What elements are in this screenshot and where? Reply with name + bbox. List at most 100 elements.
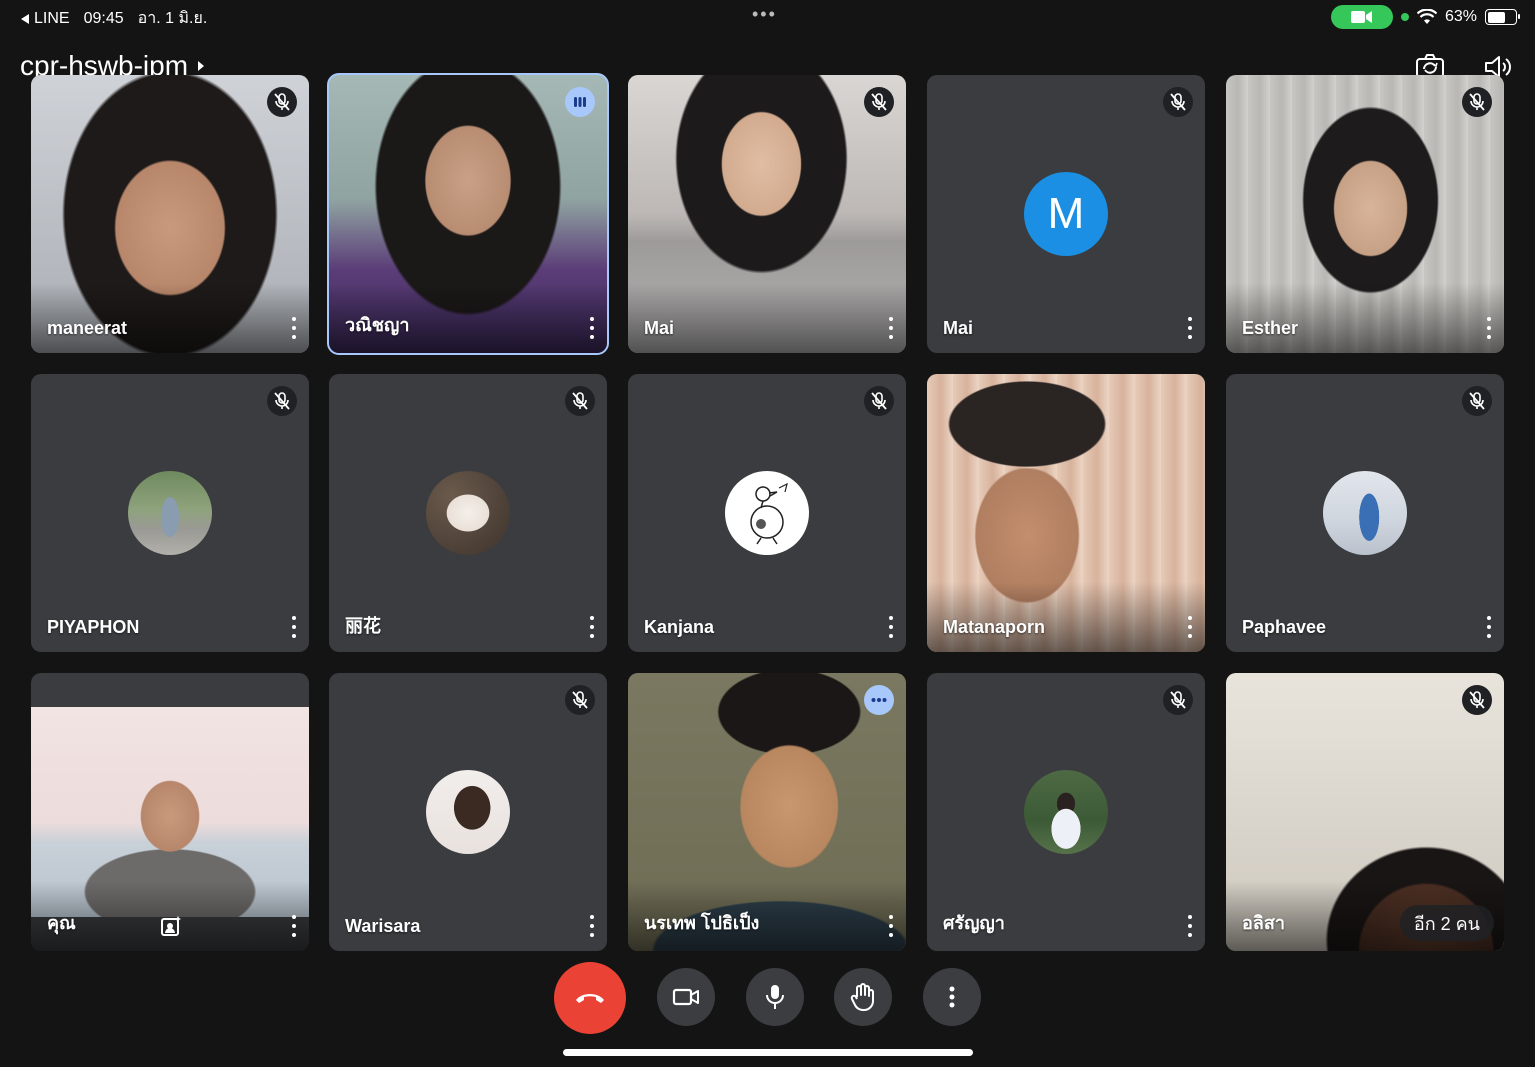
participant-tile[interactable]: Esther [1226, 75, 1504, 353]
participant-name: Kanjana [644, 617, 715, 637]
avatar-photo [1024, 770, 1108, 854]
more-options-icon[interactable] [1183, 913, 1197, 939]
mic-off-icon [1170, 93, 1186, 111]
back-app-label: LINE [34, 9, 70, 27]
mic-off-icon [274, 392, 290, 410]
more-options-icon[interactable] [1482, 614, 1496, 640]
participant-name: maneerat [47, 318, 128, 338]
back-to-app[interactable]: LINE [20, 10, 70, 28]
muted-badge [1462, 685, 1492, 715]
participant-name: อลิสา [1242, 913, 1285, 933]
end-call-button[interactable] [554, 962, 626, 1034]
more-options-icon[interactable] [585, 315, 599, 341]
more-badge [864, 685, 894, 715]
avatar-photo [725, 471, 809, 555]
battery-icon [1485, 9, 1520, 25]
more-options-icon[interactable] [1183, 614, 1197, 640]
participant-tile[interactable]: Mai [628, 75, 906, 353]
status-left: LINE 09:45 อา. 1 มิ.ย. [20, 6, 207, 31]
avatar-photo [426, 770, 510, 854]
participant-name: ศรัญญา [943, 913, 1005, 933]
muted-badge [864, 87, 894, 117]
end-call-icon [576, 994, 604, 1003]
status-time: 09:45 [83, 9, 124, 27]
camera-icon [672, 988, 699, 1006]
participant-name: Matanaporn [943, 617, 1046, 637]
video-camera-icon [1350, 11, 1372, 23]
wifi-icon [1416, 9, 1437, 24]
participant-name: Esther [1242, 318, 1299, 338]
participant-tile[interactable]: Paphavee [1226, 374, 1504, 652]
more-options-icon[interactable] [287, 913, 301, 939]
participant-tile[interactable]: maneerat [31, 75, 309, 353]
camera-toggle-button[interactable] [657, 968, 715, 1026]
more-options-icon[interactable] [585, 614, 599, 640]
speaking-badge [565, 87, 595, 117]
participant-name: นรเทพ โปธิเป็ง [644, 913, 760, 933]
participant-tile[interactable]: Kanjana [628, 374, 906, 652]
more-options-icon [949, 986, 955, 1008]
muted-badge [1462, 386, 1492, 416]
status-right: 63% [1330, 5, 1520, 29]
participant-tile[interactable]: Warisara [329, 673, 607, 951]
camera-in-use-pill[interactable] [1330, 5, 1393, 29]
more-options-icon[interactable] [884, 614, 898, 640]
participant-tile-active-speaker[interactable]: วณิชญา [327, 73, 609, 355]
battery-fill [1487, 11, 1505, 23]
multitask-dots[interactable]: ••• [752, 4, 777, 25]
participant-tile[interactable]: PIYAPHON [31, 374, 309, 652]
muted-badge [565, 685, 595, 715]
participant-tile[interactable]: 丽花 [329, 374, 607, 652]
mic-off-icon [274, 93, 290, 111]
raise-hand-icon [850, 983, 874, 1011]
microphone-icon [766, 985, 784, 1009]
more-participants-pill[interactable]: อีก 2 คน [1399, 905, 1494, 941]
more-options-icon[interactable] [287, 614, 301, 640]
more-options-icon[interactable] [1482, 315, 1496, 341]
mic-off-icon [1469, 93, 1485, 111]
muted-badge [267, 386, 297, 416]
avatar-photo [1323, 471, 1407, 555]
more-options-button[interactable] [923, 968, 981, 1026]
more-options-icon[interactable] [287, 315, 301, 341]
ellipsis-icon [871, 698, 887, 702]
participant-tile[interactable]: ศรัญญา [927, 673, 1205, 951]
participant-name: Mai [644, 318, 675, 338]
participant-name: Warisara [345, 916, 421, 936]
participant-tile[interactable]: Matanaporn [927, 374, 1205, 652]
more-options-icon[interactable] [1183, 315, 1197, 341]
more-options-icon[interactable] [884, 315, 898, 341]
more-options-icon[interactable] [884, 913, 898, 939]
mic-off-icon [871, 93, 887, 111]
status-date: อา. 1 มิ.ย. [137, 10, 208, 27]
mic-off-icon [1469, 392, 1485, 410]
participant-name: PIYAPHON [47, 617, 140, 637]
mic-off-icon [572, 392, 588, 410]
participant-tile[interactable]: อลิสา อีก 2 คน [1226, 673, 1504, 951]
participant-name: วณิชญา [345, 315, 410, 335]
avatar-letter: M [1024, 172, 1108, 256]
privacy-indicator-dot [1400, 13, 1409, 21]
avatar-photo [426, 471, 510, 555]
visual-effects-icon[interactable] [159, 915, 183, 939]
muted-badge [864, 386, 894, 416]
avatar-photo [128, 471, 212, 555]
participant-name: Paphavee [1242, 617, 1327, 637]
more-options-icon[interactable] [585, 913, 599, 939]
participant-tile[interactable]: M Mai [927, 75, 1205, 353]
microphone-toggle-button[interactable] [746, 968, 804, 1026]
mic-off-icon [871, 392, 887, 410]
muted-badge [1462, 87, 1492, 117]
muted-badge [1163, 87, 1193, 117]
participant-tile[interactable]: นรเทพ โปธิเป็ง [628, 673, 906, 951]
status-bar: LINE 09:45 อา. 1 มิ.ย. ••• 63% [0, 0, 1535, 32]
chevron-right-icon [198, 61, 205, 71]
participant-name: Mai [943, 318, 974, 338]
participant-tile-self[interactable]: คุณ [31, 673, 309, 951]
muted-badge [1163, 685, 1193, 715]
raise-hand-button[interactable] [834, 968, 892, 1026]
muted-badge [565, 386, 595, 416]
mic-off-icon [572, 691, 588, 709]
mic-off-icon [1469, 691, 1485, 709]
home-indicator[interactable] [563, 1049, 973, 1056]
